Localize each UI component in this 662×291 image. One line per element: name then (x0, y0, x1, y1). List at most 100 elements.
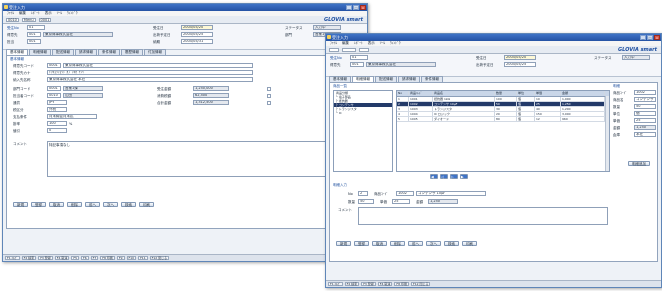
grid-header[interactable]: No (397, 91, 409, 96)
prev-button[interactable]: 前へ (85, 202, 100, 207)
fkey-1[interactable]: F1 ﾍﾙﾌﾟ (5, 256, 20, 260)
fkey-4[interactable]: F4 取消 (54, 256, 70, 260)
order-date-field[interactable]: 2004/05/20 (181, 25, 213, 30)
order-no-field[interactable]: 01 (27, 25, 45, 30)
option-checkbox-3[interactable] (267, 101, 271, 105)
prev-icon[interactable]: ◁ (440, 174, 448, 179)
fkey-12[interactable]: F12 閉じる (410, 282, 431, 286)
rp-field[interactable]: 50 (634, 104, 656, 109)
minimize-button[interactable]: _ (640, 35, 646, 40)
grid-header[interactable]: 商品名 (433, 91, 495, 96)
print-button[interactable]: 印刷 (462, 241, 477, 246)
rate-field[interactable]: 100 (47, 121, 67, 126)
next-button[interactable]: 次へ (426, 241, 441, 246)
register-button[interactable]: 登録 (31, 202, 46, 207)
fkey-2[interactable]: F2 検索 (21, 256, 37, 260)
ship-date-field[interactable]: 2004/05/25 (181, 32, 213, 37)
close-button[interactable]: × (360, 5, 366, 10)
toolbar-user-field[interactable]: 0010 (6, 17, 19, 22)
detail-no-field[interactable]: 2 (358, 191, 368, 196)
fkey-6[interactable]: F6 (81, 256, 89, 260)
next-button[interactable]: 次へ (103, 202, 118, 207)
order-no-field[interactable]: 01 (350, 55, 368, 60)
fkey-2[interactable]: F2 検索 (344, 282, 360, 286)
cancel-button[interactable]: 取消 (49, 202, 64, 207)
fkey-8[interactable]: F8 印刷 (100, 256, 115, 260)
delete-button[interactable]: 削除 (390, 241, 405, 246)
fkey-9[interactable]: F9 (116, 256, 125, 260)
option-checkbox-2[interactable] (267, 94, 271, 98)
detail-memo-textarea[interactable] (358, 207, 608, 225)
fkey-12[interactable]: F12 閉じる (149, 256, 170, 260)
fkey-1[interactable]: F1 ﾍﾙﾌﾟ (328, 282, 343, 286)
new-button[interactable]: 新規 (13, 202, 28, 207)
minimize-button[interactable]: _ (346, 5, 352, 10)
new-button[interactable]: 新規 (336, 241, 351, 246)
grid-header[interactable]: 金額 (561, 91, 605, 96)
fkey-10[interactable]: F10 (126, 256, 137, 260)
search-button[interactable]: 検索 (121, 202, 136, 207)
rp-field[interactable]: 本社 (634, 132, 656, 137)
currency-field[interactable]: JPY (47, 100, 67, 105)
discount-field[interactable]: 0 (47, 128, 67, 133)
search-button[interactable]: 検索 (444, 241, 459, 246)
rp-field[interactable]: 25 (634, 118, 656, 123)
prev-button[interactable]: 前へ (408, 241, 423, 246)
tax-field[interactable]: 外税 (47, 107, 67, 112)
last-icon[interactable]: ▶ (460, 174, 468, 179)
detail-qty-field[interactable]: 50 (358, 199, 374, 204)
register-button[interactable]: 登録 (354, 241, 369, 246)
table-row[interactable]: 5 1005 ダイオード 80 個 12 960 (397, 117, 609, 122)
rp-field[interactable]: 個 (634, 111, 656, 116)
staff-field[interactable]: 001 (27, 39, 41, 44)
customer-kana-field[interactable]: ﾄｳｷｮｳｼｮｳｼﾞｶﾌﾞｼｷｶﾞｲｼｬ (47, 70, 253, 75)
grid-header[interactable]: 商品ｺｰﾄﾞ (409, 91, 433, 96)
next-icon[interactable]: ▷ (450, 174, 458, 179)
dept-code-field[interactable]: 0001 (47, 86, 61, 91)
fkey-4[interactable]: F4 取消 (377, 282, 393, 286)
fkey-3[interactable]: F3 登録 (38, 256, 53, 260)
delete-button[interactable]: 削除 (67, 202, 82, 207)
fkey-5[interactable]: F5 (71, 256, 80, 260)
customer-field[interactable]: 001 (350, 62, 364, 67)
staff-code-field[interactable]: 0010 (47, 93, 61, 98)
first-icon[interactable]: ◀ (430, 174, 438, 179)
close-button[interactable]: × (654, 35, 660, 40)
option-checkbox-1[interactable] (267, 87, 271, 91)
toolbar-field-1[interactable] (329, 47, 339, 52)
fkey-3[interactable]: F3 登録 (361, 282, 376, 286)
customer-code-field[interactable]: 0001 (47, 63, 61, 68)
toolbar-field-3[interactable] (359, 47, 369, 52)
rp-field[interactable]: 1002 (634, 90, 656, 95)
rp-field[interactable]: コンデンサ (634, 97, 656, 102)
customer-name-field-2[interactable]: 東京商事株式会社 (63, 63, 253, 68)
detail-item-name-field[interactable]: コンデンサ 10μF (416, 191, 486, 196)
front-window-titlebar[interactable]: 受注入力 _ □ × (326, 34, 661, 41)
toolbar-menu-field[interactable]: Menu (21, 17, 36, 22)
grid-header[interactable]: 単位 (517, 91, 535, 96)
customer-field[interactable]: 001 (27, 32, 41, 37)
toolbar-period-field[interactable]: 0001 (38, 17, 52, 22)
ship-to-field[interactable]: 東京商事株式会社 本社 (47, 77, 253, 82)
payment-field[interactable]: 月末締翌月末払 (47, 114, 97, 119)
print-button[interactable]: 印刷 (139, 202, 154, 207)
fkey-11[interactable]: F11 (138, 256, 148, 260)
order-date-field[interactable]: 2004/05/20 (504, 55, 536, 60)
maximize-button[interactable]: □ (353, 5, 359, 10)
cancel-button[interactable]: 取消 (372, 241, 387, 246)
delivery-date-field[interactable]: 2004/05/31 (181, 39, 213, 44)
fkey-8[interactable]: F8 印刷 (394, 282, 409, 286)
toolbar-field-2[interactable] (342, 47, 356, 52)
add-detail-button[interactable]: 明細追加 (628, 161, 650, 166)
back-window-titlebar[interactable]: 受注入力 _ □ × (3, 4, 367, 11)
memo-textarea[interactable]: 特記事項なし (47, 141, 347, 177)
maximize-button[interactable]: □ (647, 35, 653, 40)
ship-date-field[interactable]: 2004/05/25 (504, 62, 536, 67)
grid-header[interactable]: 単価 (535, 91, 561, 96)
tree-node[interactable]: └ IC (334, 111, 392, 115)
grid-scrollbar[interactable] (605, 96, 609, 171)
grid-header[interactable]: 数量 (495, 91, 517, 96)
detail-item-field[interactable]: 1002 (396, 191, 414, 196)
detail-price-field[interactable]: 25 (392, 199, 410, 204)
fkey-7[interactable]: F7 (90, 256, 99, 260)
